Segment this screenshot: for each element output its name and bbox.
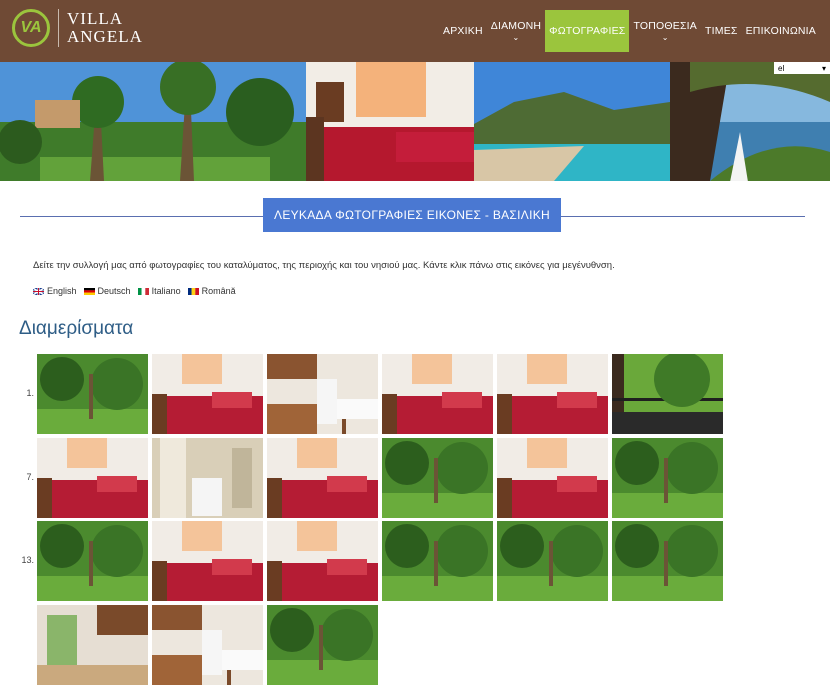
- bedroom-photo: [267, 521, 378, 601]
- language-link-label: Italiano: [151, 286, 181, 296]
- gallery-thumbnail-bedroom-photo[interactable]: [37, 438, 148, 518]
- bedroom-photo: [497, 438, 608, 518]
- gallery-thumbnail-garden-photo[interactable]: [382, 521, 493, 601]
- nav-item-label: ΦΩΤΟΓΡΑΦΙΕΣ: [549, 25, 626, 37]
- language-links: English Deutsch Italiano Română: [33, 286, 236, 296]
- garden-photo: [382, 521, 493, 601]
- language-link-0[interactable]: English: [33, 286, 77, 296]
- nav-item-2[interactable]: ΦΩΤΟΓΡΑΦΙΕΣ: [545, 10, 630, 52]
- nav-item-label: ΕΠΙΚΟΙΝΩΝΙΑ: [745, 25, 816, 37]
- it-flag-icon: [137, 287, 149, 295]
- gallery-thumbnail-bedroom-photo[interactable]: [267, 521, 378, 601]
- gallery-thumbnail-garden-photo[interactable]: [267, 605, 378, 685]
- banner-garden-photo: [0, 62, 306, 181]
- garden-photo: [267, 605, 378, 685]
- language-link-label: Deutsch: [97, 286, 131, 296]
- language-link-2[interactable]: Italiano: [137, 286, 181, 296]
- page-title: ΛΕΥΚΑΔΑ ΦΩΤΟΓΡΑΦΙΕΣ ΕΙΚΟΝΕΣ - ΒΑΣΙΛΙΚΗ: [263, 198, 561, 232]
- site-header: VA VILLA ANGELA ΑΡΧΙΚΗ ΔΙΑΜΟΝΗ ⌄ ΦΩΤΟΓΡΑΦΙΕ…: [0, 0, 830, 62]
- gallery-thumbnail-garden-photo[interactable]: [612, 521, 723, 601]
- uk-flag-icon: [33, 287, 44, 295]
- section-title: Διαμερίσματα: [19, 318, 134, 339]
- gallery-thumbnail-garden-photo[interactable]: [37, 354, 148, 434]
- language-select-value: el: [778, 63, 785, 73]
- balcony-photo: [612, 354, 723, 434]
- nav-item-label: ΤΟΠΟΘΕΣΙΑ: [633, 20, 698, 32]
- gallery-thumbnail-bedroom-photo[interactable]: [497, 354, 608, 434]
- nav-item-1[interactable]: ΔΙΑΜΟΝΗ ⌄: [487, 10, 545, 52]
- gallery-thumbnail-garden-photo[interactable]: [37, 521, 148, 601]
- kitchen-photo: [152, 605, 263, 685]
- chevron-down-icon: ⌄: [661, 33, 669, 42]
- page-title-bar: ΛΕΥΚΑΔΑ ΦΩΤΟΓΡΑΦΙΕΣ ΕΙΚΟΝΕΣ - ΒΑΣΙΛΙΚΗ: [20, 198, 805, 234]
- bathroom-photo: [152, 438, 263, 518]
- garden-photo: [37, 521, 148, 601]
- banner-bedroom-photo: [306, 62, 474, 181]
- gallery-thumbnail-garden-photo[interactable]: [497, 521, 608, 601]
- gallery-thumbnail-garden-photo[interactable]: [382, 438, 493, 518]
- language-link-3[interactable]: Română: [187, 286, 236, 296]
- nav-item-4[interactable]: ΤΙΜΕΣ: [701, 10, 742, 52]
- room-photo: [37, 605, 148, 685]
- logo[interactable]: VA VILLA ANGELA: [12, 9, 143, 47]
- logo-line1: VILLA: [67, 9, 123, 28]
- nav-item-label: ΤΙΜΕΣ: [705, 25, 738, 37]
- garden-photo: [382, 438, 493, 518]
- logo-divider: [58, 9, 59, 47]
- main-nav: ΑΡΧΙΚΗ ΔΙΑΜΟΝΗ ⌄ ΦΩΤΟΓΡΑΦΙΕΣ ΤΟΠΟΘΕΣΙΑ ⌄ ΤΙΜΕΣ…: [439, 10, 820, 52]
- gallery-thumbnail-kitchen-photo[interactable]: [152, 605, 263, 685]
- chevron-down-icon: ⌄: [512, 33, 520, 42]
- gallery-thumbnail-kitchen-photo[interactable]: [267, 354, 378, 434]
- row-number: 1.: [26, 388, 34, 398]
- banner-bay-photo: [474, 62, 670, 181]
- nav-item-3[interactable]: ΤΟΠΟΘΕΣΙΑ ⌄: [629, 10, 701, 52]
- de-flag-icon: [83, 287, 95, 295]
- header-banner: [0, 62, 830, 181]
- bedroom-photo: [152, 354, 263, 434]
- logo-badge: VA: [12, 9, 50, 47]
- logo-line2: ANGELA: [67, 27, 143, 46]
- nav-item-5[interactable]: ΕΠΙΚΟΙΝΩΝΙΑ: [742, 10, 820, 52]
- bedroom-photo: [152, 521, 263, 601]
- logo-text: VILLA ANGELA: [67, 10, 143, 46]
- gallery-thumbnail-bedroom-photo[interactable]: [497, 438, 608, 518]
- garden-photo: [497, 521, 608, 601]
- language-link-1[interactable]: Deutsch: [83, 286, 131, 296]
- bedroom-photo: [497, 354, 608, 434]
- gallery-thumbnail-room-photo[interactable]: [37, 605, 148, 685]
- gallery-thumbnail-garden-photo[interactable]: [612, 438, 723, 518]
- gallery-thumbnail-bedroom-photo[interactable]: [152, 521, 263, 601]
- language-link-label: Română: [201, 286, 236, 296]
- ro-flag-icon: [187, 287, 199, 295]
- nav-item-label: ΔΙΑΜΟΝΗ: [490, 20, 542, 32]
- garden-photo: [612, 438, 723, 518]
- bedroom-photo: [267, 438, 378, 518]
- gallery-thumbnail-bathroom-photo[interactable]: [152, 438, 263, 518]
- gallery-thumbnail-balcony-photo[interactable]: [612, 354, 723, 434]
- row-number: 7.: [26, 472, 34, 482]
- language-link-label: English: [47, 286, 77, 296]
- intro-text: Δείτε την συλλογή μας από φωτογραφίες το…: [33, 260, 615, 271]
- garden-photo: [612, 521, 723, 601]
- nav-item-0[interactable]: ΑΡΧΙΚΗ: [439, 10, 487, 52]
- gallery-thumbnail-bedroom-photo[interactable]: [267, 438, 378, 518]
- language-select[interactable]: el ▾: [774, 62, 830, 74]
- nav-item-label: ΑΡΧΙΚΗ: [443, 25, 483, 37]
- gallery-thumbnail-bedroom-photo[interactable]: [382, 354, 493, 434]
- chevron-down-icon: ▾: [821, 63, 826, 73]
- row-number: 13.: [21, 555, 34, 565]
- garden-photo: [37, 354, 148, 434]
- kitchen-photo: [267, 354, 378, 434]
- bedroom-photo: [382, 354, 493, 434]
- banner-sea-view-photo: [670, 62, 830, 181]
- gallery-thumbnail-bedroom-photo[interactable]: [152, 354, 263, 434]
- bedroom-photo: [37, 438, 148, 518]
